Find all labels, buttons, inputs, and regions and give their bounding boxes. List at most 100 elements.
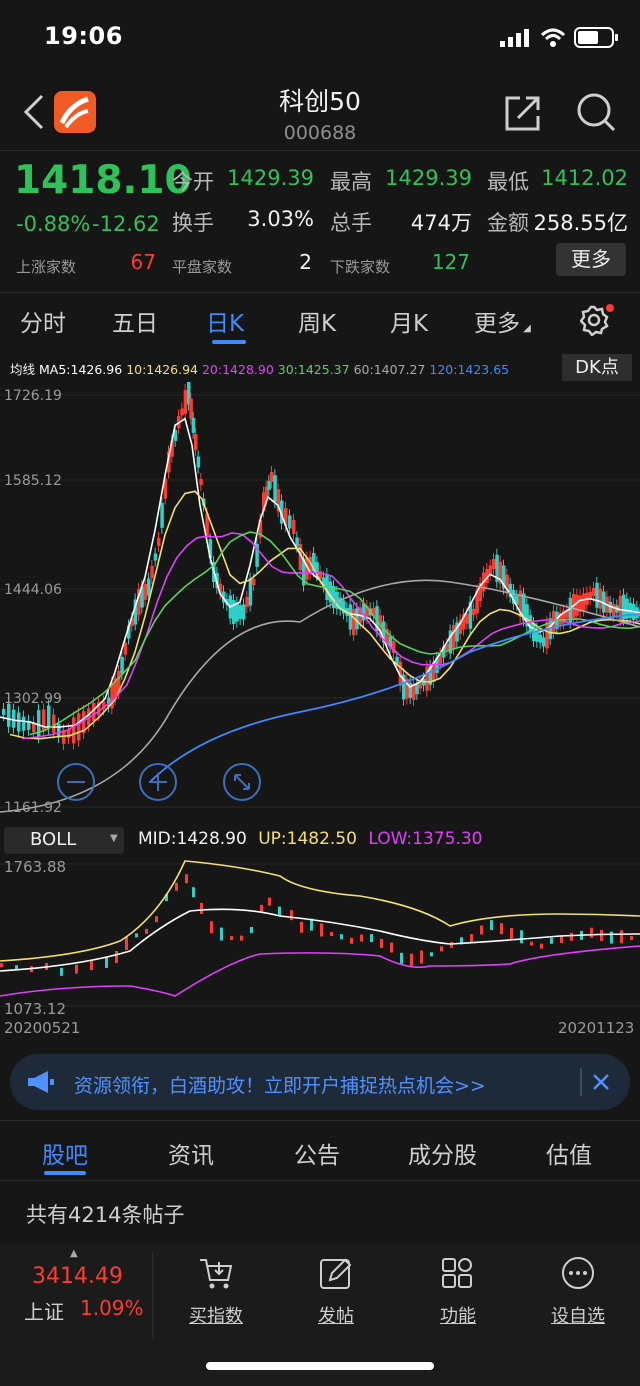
unchanged-value: 2 — [299, 250, 312, 274]
candle-body — [196, 456, 201, 468]
boll-upper-line — [0, 860, 640, 962]
candle-body — [235, 602, 239, 622]
boll-candle — [450, 941, 453, 948]
decliners-label: 下跌家数 — [330, 258, 391, 276]
candle-body — [120, 656, 124, 674]
candle-body — [472, 609, 476, 615]
fullscreen-icon[interactable] — [222, 762, 262, 802]
expand-up-icon: ▲ — [70, 1248, 78, 1259]
toolbar-divider — [152, 1252, 153, 1338]
boll-candle — [350, 937, 353, 944]
candle-body — [252, 579, 256, 585]
candle-body — [295, 537, 299, 547]
boll-lower-line — [0, 945, 640, 997]
functions-button[interactable]: 功能 — [418, 1252, 498, 1352]
battery-icon — [574, 27, 618, 48]
boll-candle — [370, 934, 373, 943]
index-ticker[interactable]: ▲ 3414.49 上证 1.09% — [0, 1244, 152, 1354]
volume-label: 总手 — [330, 211, 372, 235]
boll-candle — [620, 930, 623, 944]
functions-label: 功能 — [440, 1306, 476, 1327]
tab-monthly-k[interactable]: 月K — [390, 304, 428, 338]
boll-candle — [400, 952, 403, 964]
boll-candle — [185, 874, 188, 884]
candle-body — [147, 578, 151, 596]
tab-guba[interactable]: 股吧 — [42, 1136, 88, 1170]
tab-announcements[interactable]: 公告 — [294, 1136, 340, 1170]
boll-candle — [192, 887, 195, 898]
candle-body — [77, 713, 81, 741]
ma10-value: 10:1426.94 — [126, 362, 198, 377]
tab-daily-k[interactable]: 日K — [206, 304, 244, 338]
candle-body — [245, 597, 249, 607]
grid-icon — [442, 1258, 472, 1288]
boll-axis-bottom: 1073.12 — [4, 1000, 67, 1018]
candle-body — [183, 390, 188, 414]
post-count: 共有4214条帖子 — [26, 1203, 185, 1227]
add-watchlist-button[interactable]: 设自选 — [538, 1252, 618, 1352]
change-pct: -0.88% — [16, 212, 91, 236]
settings-icon[interactable] — [580, 304, 616, 336]
candle-body — [160, 502, 164, 528]
more-dots-icon — [562, 1257, 594, 1289]
post-label: 发帖 — [318, 1306, 354, 1327]
boll-candle — [500, 923, 503, 935]
tab-constituents[interactable]: 成分股 — [408, 1136, 477, 1170]
boll-candle — [490, 920, 493, 931]
more-quote-button[interactable]: 更多 — [556, 243, 626, 276]
tab-more-periods[interactable]: 更多 ◢ — [474, 304, 531, 338]
boll-candle — [530, 941, 533, 946]
advancers-value: 67 — [130, 250, 156, 274]
candle-body — [612, 604, 616, 616]
boll-chart[interactable] — [0, 856, 640, 1018]
candle-body — [189, 398, 193, 419]
candle-body — [588, 591, 593, 599]
candle-body — [238, 605, 243, 619]
search-icon[interactable] — [576, 92, 616, 134]
candle-body — [492, 559, 496, 569]
boll-candle — [330, 932, 333, 937]
tab-valuation[interactable]: 估值 — [546, 1136, 592, 1170]
buy-index-button[interactable]: 买指数 — [176, 1252, 256, 1352]
candlestick-chart[interactable] — [0, 382, 640, 818]
boll-candle — [268, 897, 271, 906]
boll-candle — [290, 910, 293, 921]
boll-candle — [420, 950, 423, 964]
ma5-value: MA5:1426.96 — [39, 362, 123, 377]
boll-candle — [390, 942, 393, 953]
post-button[interactable]: 发帖 — [296, 1252, 376, 1352]
tab-intraday[interactable]: 分时 — [20, 304, 66, 338]
date-start: 20200521 — [4, 1019, 81, 1037]
tab-weekly-k[interactable]: 周K — [298, 304, 336, 338]
high-label: 最高 — [330, 170, 372, 194]
candle-body — [348, 604, 353, 630]
ma60-line — [0, 579, 640, 813]
candle-body — [150, 566, 154, 578]
boll-candle — [550, 937, 553, 944]
close-icon[interactable] — [592, 1073, 610, 1091]
boll-candle — [430, 952, 433, 957]
page-title: 科创50 — [279, 87, 361, 116]
open-value: 1429.39 — [227, 166, 314, 190]
boll-candle — [540, 943, 543, 949]
zoom-out-icon[interactable] — [56, 762, 96, 802]
ad-text[interactable]: 资源领衔，白酒助攻！立即开户捕捉热点机会>> — [74, 1071, 486, 1098]
axis-label-min: 1161.92 — [4, 800, 62, 816]
tab-five-day[interactable]: 五日 — [112, 304, 158, 338]
boll-candle — [360, 934, 363, 942]
dk-point-button[interactable]: DK点 — [562, 354, 632, 381]
home-indicator — [206, 1362, 434, 1370]
indicator-selector[interactable]: BOLL ▼ — [4, 827, 124, 854]
candle-body — [242, 604, 246, 620]
share-icon[interactable] — [504, 94, 542, 132]
ma30-value: 30:1425.37 — [277, 362, 350, 377]
tab-news[interactable]: 资讯 — [168, 1136, 214, 1170]
low-label: 最低 — [487, 170, 529, 194]
boll-candle — [250, 927, 253, 933]
boll-candle — [115, 951, 118, 963]
candle-body — [199, 479, 203, 485]
zoom-in-icon[interactable] — [138, 762, 178, 802]
boll-axis-top: 1763.88 — [4, 858, 67, 876]
turnover-value: 3.03% — [247, 207, 314, 231]
boll-candle — [145, 928, 148, 934]
